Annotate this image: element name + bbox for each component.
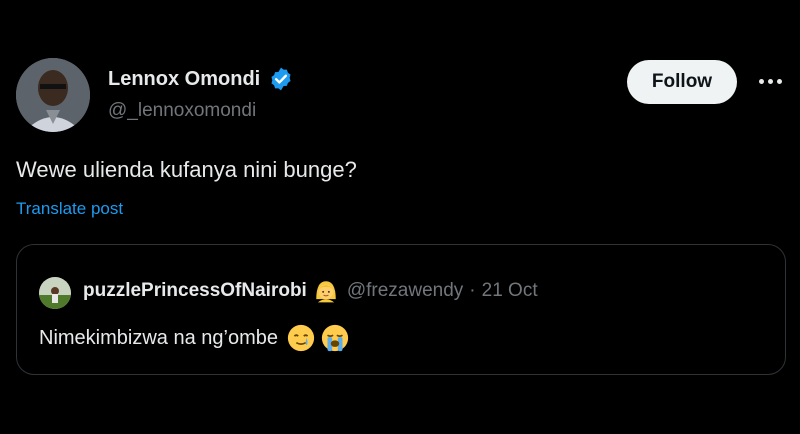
- more-dot: [776, 78, 782, 84]
- avatar-image: [16, 58, 90, 132]
- translate-post-link[interactable]: Translate post: [16, 199, 123, 219]
- verified-badge-icon: [271, 67, 291, 91]
- quoted-author-avatar[interactable]: [39, 277, 71, 309]
- crying-smile-emoji-icon: [287, 324, 315, 352]
- quoted-post-date[interactable]: 21 Oct: [482, 280, 538, 302]
- more-options-icon[interactable]: [752, 66, 788, 96]
- quoted-avatar-image: [39, 277, 71, 309]
- follow-button[interactable]: Follow: [627, 60, 737, 104]
- author-name-row: Lennox Omondi: [108, 66, 294, 92]
- more-dot: [758, 78, 764, 84]
- separator-dot: ·: [469, 280, 476, 301]
- quoted-post[interactable]: puzzlePrincessOfNairobi @frezawendy · 21…: [16, 244, 786, 375]
- quoted-post-text: Nimekimbizwa na ng’ombe: [39, 326, 278, 349]
- quoted-author-name[interactable]: puzzlePrincessOfNairobi: [83, 280, 307, 302]
- loudly-crying-emoji-icon: [321, 324, 349, 352]
- quoted-text-row: Nimekimbizwa na ng’ombe: [39, 323, 350, 353]
- post-text: Wewe ulienda kufanya nini bunge?: [16, 157, 357, 182]
- author-name[interactable]: Lennox Omondi: [108, 68, 260, 91]
- quoted-header: puzzlePrincessOfNairobi @frezawendy · 21…: [83, 278, 538, 304]
- author-handle[interactable]: @_lennoxomondi: [108, 100, 256, 122]
- blonde-person-emoji-icon: [316, 281, 336, 303]
- more-dot: [767, 78, 773, 84]
- quoted-author-handle[interactable]: @frezawendy: [347, 280, 463, 302]
- author-avatar[interactable]: [16, 58, 90, 132]
